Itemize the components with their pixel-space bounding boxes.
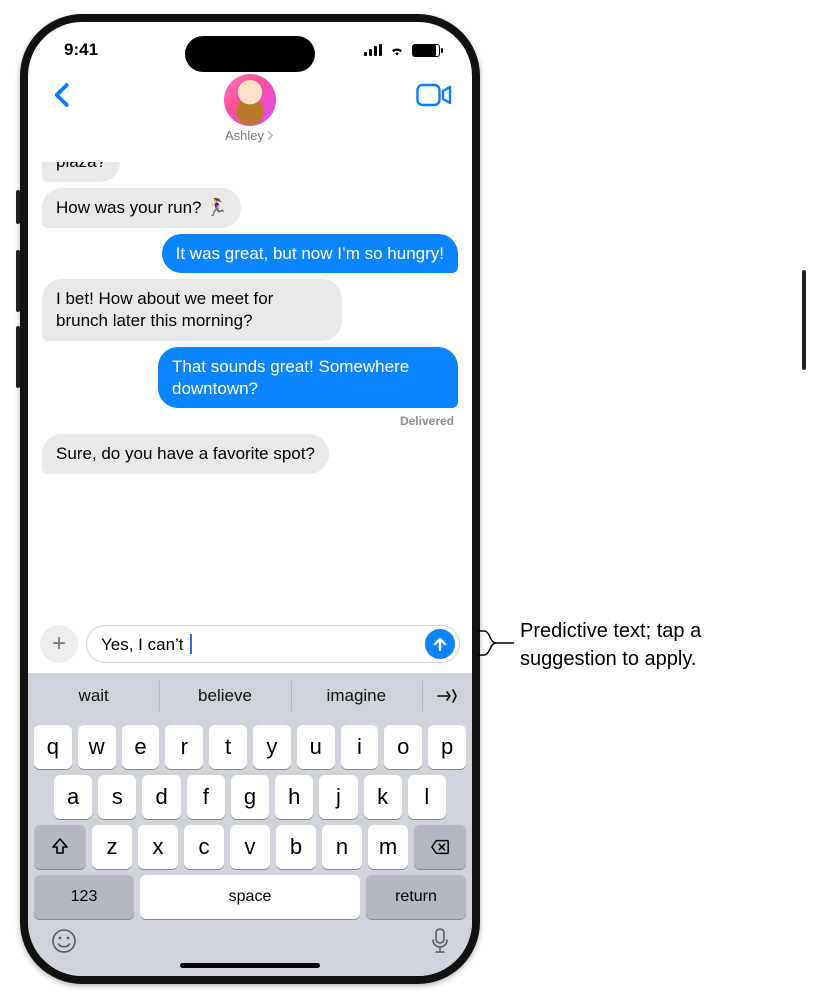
add-attachment-button[interactable]: + [40,625,78,663]
key-a[interactable]: a [54,775,92,819]
key-w[interactable]: w [78,725,116,769]
key-i[interactable]: i [341,725,379,769]
wifi-icon [388,43,406,57]
text-expand-icon [436,688,458,704]
message-input[interactable]: Yes, I can’t [86,625,460,663]
key-e[interactable]: e [122,725,160,769]
key-x[interactable]: x [138,825,178,869]
home-indicator[interactable] [180,963,320,968]
dictation-key[interactable] [430,927,450,955]
message-incoming: How was your run? 🏃‍♀️ [42,188,241,228]
key-t[interactable]: t [209,725,247,769]
prediction-3[interactable]: imagine [291,673,422,719]
key-row-2: asdfghjkl [28,769,472,819]
callout-bracket [478,620,514,666]
key-u[interactable]: u [297,725,335,769]
backspace-icon [430,837,450,857]
message-incoming: plaza? [42,162,120,182]
message-incoming: I bet! How about we meet for brunch late… [42,279,342,341]
chevron-right-icon [266,131,275,140]
message-outgoing: That sounds great! Somewhere downtown? [158,347,458,409]
contact-name: Ashley [225,128,264,143]
key-p[interactable]: p [428,725,466,769]
key-l[interactable]: l [408,775,446,819]
key-g[interactable]: g [231,775,269,819]
numbers-key[interactable]: 123 [34,875,134,919]
key-y[interactable]: y [253,725,291,769]
expand-predictions-button[interactable] [422,673,472,719]
phone-frame: 9:41 Ashley plaza? How was your run? 🏃‍♀… [20,14,480,984]
dynamic-island [185,36,315,72]
key-b[interactable]: b [276,825,316,869]
key-n[interactable]: n [322,825,362,869]
text-caret [190,634,192,654]
avatar [224,74,276,126]
shift-icon [50,837,70,857]
key-k[interactable]: k [364,775,402,819]
key-c[interactable]: c [184,825,224,869]
send-button[interactable] [425,629,455,659]
message-outgoing: It was great, but now I’m so hungry! [162,234,458,274]
compose-bar: + Yes, I can’t [28,625,472,673]
cellular-signal-icon [364,44,382,56]
key-row-4: 123 space return [28,869,472,919]
message-thread[interactable]: plaza? How was your run? 🏃‍♀️ It was gre… [28,162,472,625]
shift-key[interactable] [34,825,86,869]
key-z[interactable]: z [92,825,132,869]
keyboard: wait believe imagine qwertyuiop asdfghjk… [28,673,472,976]
space-key[interactable]: space [140,875,360,919]
key-m[interactable]: m [368,825,408,869]
key-v[interactable]: v [230,825,270,869]
key-j[interactable]: j [319,775,357,819]
key-row-3: zxcvbnm [28,819,472,869]
key-h[interactable]: h [275,775,313,819]
key-row-1: qwertyuiop [28,719,472,769]
key-d[interactable]: d [142,775,180,819]
return-key[interactable]: return [366,875,466,919]
battery-icon [412,44,440,57]
message-incoming: Sure, do you have a favorite spot? [42,434,329,474]
prediction-2[interactable]: believe [159,673,290,719]
key-o[interactable]: o [384,725,422,769]
prediction-1[interactable]: wait [28,673,159,719]
compose-text: Yes, I can’t [101,635,188,654]
predictive-text-bar: wait believe imagine [28,673,472,719]
contact-header[interactable]: Ashley [28,74,472,143]
callout-text: Predictive text; tap a suggestion to app… [520,618,790,673]
backspace-key[interactable] [414,825,466,869]
key-r[interactable]: r [165,725,203,769]
key-q[interactable]: q [34,725,72,769]
emoji-key[interactable] [50,927,78,955]
key-s[interactable]: s [98,775,136,819]
status-time: 9:41 [64,40,98,60]
key-f[interactable]: f [187,775,225,819]
screen: 9:41 Ashley plaza? How was your run? 🏃‍♀… [28,22,472,976]
arrow-up-icon [432,636,448,652]
nav-bar: Ashley [28,78,472,162]
delivery-receipt: Delivered [42,414,458,434]
